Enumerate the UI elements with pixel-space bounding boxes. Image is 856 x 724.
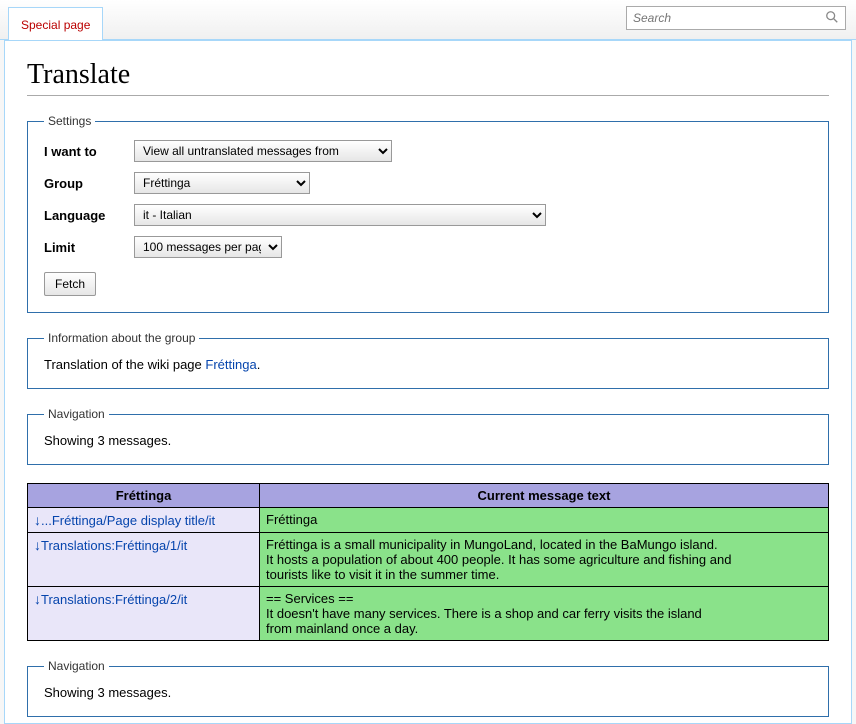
table-row: ↓Translations:Fréttinga/2/it== Services … <box>28 587 829 641</box>
msg-link[interactable]: Translations:Fréttinga/2/it <box>41 592 187 607</box>
tab-special-page[interactable]: Special page <box>8 7 103 40</box>
group-label: Group <box>44 176 134 191</box>
table-row: ↓Translations:Fréttinga/1/itFréttinga is… <box>28 533 829 587</box>
content-area: Translate Settings I want to View all un… <box>4 40 852 724</box>
info-fieldset: Information about the group Translation … <box>27 331 829 389</box>
table-row: ↓...Fréttinga/Page display title/itFrétt… <box>28 508 829 533</box>
nav-top-legend: Navigation <box>44 407 109 421</box>
col-header-text: Current message text <box>260 484 829 508</box>
top-bar: Special page <box>0 0 856 40</box>
limit-select[interactable]: 100 messages per page <box>134 236 282 258</box>
settings-legend: Settings <box>44 114 95 128</box>
msg-text-cell: Fréttinga is a small municipality in Mun… <box>260 533 829 587</box>
nav-top-fieldset: Navigation Showing 3 messages. <box>27 407 829 465</box>
settings-fieldset: Settings I want to View all untranslated… <box>27 114 829 313</box>
msg-text-cell: Fréttinga <box>260 508 829 533</box>
limit-label: Limit <box>44 240 134 255</box>
search-icon[interactable] <box>819 10 845 27</box>
info-link[interactable]: Fréttinga <box>205 357 256 372</box>
msg-key-cell: ↓Translations:Fréttinga/2/it <box>28 587 260 641</box>
lang-label: Language <box>44 208 134 223</box>
messages-table: Fréttinga Current message text ↓...Frétt… <box>27 483 829 641</box>
nav-bottom-text: Showing 3 messages. <box>44 685 812 700</box>
fetch-button[interactable]: Fetch <box>44 272 96 296</box>
down-arrow-icon[interactable]: ↓ <box>34 537 41 553</box>
search-box <box>626 6 846 30</box>
down-arrow-icon[interactable]: ↓ <box>34 512 41 528</box>
search-input[interactable] <box>627 8 819 28</box>
nav-top-text: Showing 3 messages. <box>44 433 812 448</box>
nav-bottom-fieldset: Navigation Showing 3 messages. <box>27 659 829 717</box>
msg-key-cell: ↓Translations:Fréttinga/1/it <box>28 533 260 587</box>
page-title: Translate <box>27 59 829 96</box>
msg-key-cell: ↓...Fréttinga/Page display title/it <box>28 508 260 533</box>
msg-link[interactable]: ...Fréttinga/Page display title/it <box>41 513 215 528</box>
msg-link[interactable]: Translations:Fréttinga/1/it <box>41 538 187 553</box>
want-select[interactable]: View all untranslated messages from <box>134 140 392 162</box>
info-legend: Information about the group <box>44 331 199 345</box>
lang-select[interactable]: it - Italian <box>134 204 546 226</box>
info-text: Translation of the wiki page Fréttinga. <box>44 357 812 372</box>
nav-bottom-legend: Navigation <box>44 659 109 673</box>
msg-text-cell: == Services == It doesn't have many serv… <box>260 587 829 641</box>
want-label: I want to <box>44 144 134 159</box>
group-select[interactable]: Fréttinga <box>134 172 310 194</box>
col-header-key: Fréttinga <box>28 484 260 508</box>
down-arrow-icon[interactable]: ↓ <box>34 591 41 607</box>
